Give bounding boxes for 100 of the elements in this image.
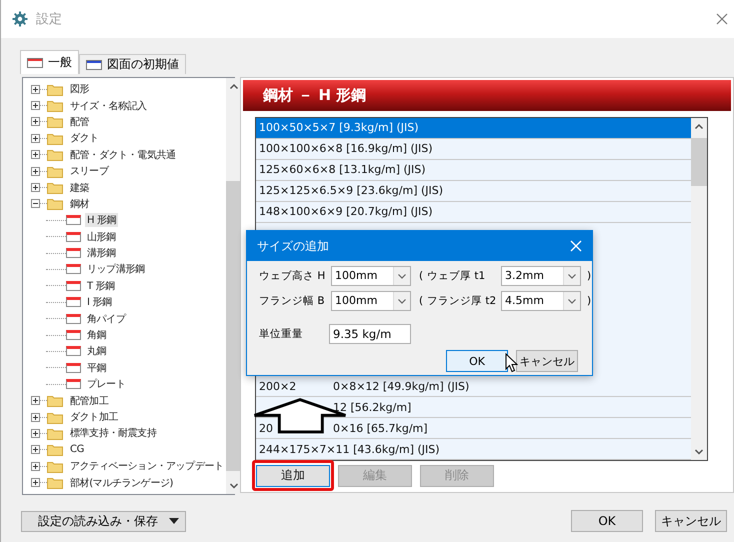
list-item[interactable]: 200×2 0×8×12 [49.9kg/m] (JIS) <box>256 376 691 398</box>
section-icon <box>66 379 81 390</box>
dropdown-field[interactable]: 100mm <box>331 291 411 311</box>
dialog-button[interactable]: OK <box>571 510 643 532</box>
tree-item[interactable]: アクティベーション・アップデート <box>68 459 226 474</box>
field-label: ウェブ厚 t1 <box>427 269 486 283</box>
tree-item[interactable]: 角鋼 <box>85 328 108 342</box>
section-icon <box>66 215 81 226</box>
tree-item[interactable]: 山形鋼 <box>85 230 118 244</box>
folder-icon <box>47 132 63 145</box>
dropdown-field[interactable]: 100mm <box>331 266 411 286</box>
folder-icon <box>47 197 63 210</box>
dropdown-field[interactable]: 3.2mm <box>501 266 581 286</box>
tree-item[interactable]: T 形鋼 <box>85 278 117 293</box>
tree-item[interactable]: 図形 <box>68 82 92 96</box>
list-item[interactable]: 100×100×6×8 [16.9kg/m] (JIS) <box>256 138 691 160</box>
tree-item[interactable]: 角パイプ <box>85 312 128 326</box>
folder-icon <box>47 426 63 440</box>
tree-item[interactable]: プレート <box>85 377 128 392</box>
tree-item[interactable]: 丸鋼 <box>85 344 108 358</box>
parenthesis: ( <box>418 295 424 307</box>
folder-icon <box>47 443 63 456</box>
mouse-cursor-icon <box>505 353 518 373</box>
dropdown-field[interactable]: 4.5mm <box>501 291 581 311</box>
list-item[interactable]: 20 0×16 [65.7kg/m] <box>256 418 691 440</box>
tree-item[interactable]: 配管・ダクト・電気共通 <box>68 148 178 162</box>
parenthesis: ( <box>418 270 424 282</box>
weight-field[interactable]: 9.35 kg/m <box>329 324 411 344</box>
section-icon <box>66 264 81 274</box>
section-icon <box>66 346 81 356</box>
field-label: フランジ厚 t2 <box>427 294 498 308</box>
field-label: 単位重量 <box>259 327 304 341</box>
folder-icon <box>47 181 63 194</box>
folder-icon <box>47 148 63 162</box>
tree-item[interactable]: H 形鋼 <box>85 213 118 228</box>
action-button[interactable]: 追加 <box>256 464 330 486</box>
field-label: フランジ幅 B <box>259 294 326 308</box>
expand-toggle[interactable] <box>31 478 40 488</box>
folder-icon <box>47 460 63 473</box>
tree-item[interactable]: 部材(マルチランゲージ) <box>68 476 176 490</box>
tree-item[interactable]: サイズ・名称記入 <box>68 98 149 113</box>
scrollbar-thumb[interactable] <box>691 138 707 186</box>
dialog-button[interactable]: キャンセル <box>655 510 727 532</box>
folder-icon <box>47 476 63 490</box>
tab[interactable]: 一般 <box>20 50 79 74</box>
list-item[interactable]: 125×60×6×8 [13.1kg/m] (JIS) <box>256 160 691 181</box>
tree-item[interactable]: ダクト加工 <box>68 410 120 424</box>
dropdown-arrow-icon <box>169 518 179 524</box>
section-icon <box>66 232 81 242</box>
expand-toggle[interactable] <box>31 84 40 94</box>
tree-item[interactable]: 溝形鋼 <box>85 246 118 260</box>
list-item[interactable]: 125×125×6.5×9 [23.6kg/m] (JIS) <box>256 180 691 202</box>
tree-item[interactable]: 配管 <box>68 114 92 129</box>
section-icon <box>66 362 81 373</box>
close-icon[interactable] <box>716 13 728 25</box>
folder-icon <box>47 394 63 408</box>
list-item[interactable]: 100×50×5×7 [9.3kg/m] (JIS) <box>256 118 691 139</box>
tree-item[interactable]: ダクト <box>68 131 101 146</box>
menu-button[interactable]: 設定の読み込み・保存 <box>21 510 186 532</box>
expand-toggle[interactable] <box>31 396 40 406</box>
parenthesis: ) <box>586 295 592 307</box>
section-icon <box>66 297 81 308</box>
tree-item[interactable]: 標準支持・耐震支持 <box>68 426 158 440</box>
collapse-toggle[interactable] <box>31 199 40 208</box>
window-title: 設定 <box>36 11 63 28</box>
dialog-title: サイズの追加 <box>257 238 329 254</box>
dialog-button[interactable]: キャンセル <box>516 350 578 372</box>
section-icon <box>66 280 81 291</box>
expand-toggle[interactable] <box>31 412 40 422</box>
list-item[interactable]: 244×175×7×11 [43.6kg/m] (JIS) <box>256 439 691 460</box>
tree-item[interactable]: 配管加工 <box>68 394 110 408</box>
list-item[interactable]: 148×100×6×9 [20.7kg/m] (JIS) <box>256 202 691 223</box>
folder-icon <box>47 99 63 112</box>
dialog-button[interactable]: OK <box>446 350 508 372</box>
tree-item[interactable]: 建築 <box>68 180 92 195</box>
tree-item[interactable]: 平鋼 <box>85 360 108 375</box>
folder-icon <box>47 115 63 128</box>
expand-toggle[interactable] <box>31 445 40 454</box>
field-label: ウェブ高さ H <box>259 269 326 283</box>
tree-item[interactable]: スリーブ <box>68 164 110 178</box>
section-icon <box>66 248 81 258</box>
expand-toggle[interactable] <box>31 150 40 160</box>
tab[interactable]: 図面の初期値 <box>79 54 186 74</box>
expand-toggle[interactable] <box>31 134 40 143</box>
section-icon <box>66 314 81 324</box>
tree-item[interactable]: I 形鋼 <box>85 295 114 310</box>
settings-icon <box>12 11 28 27</box>
scrollbar-thumb[interactable] <box>226 181 242 471</box>
tree-item[interactable]: 鋼材 <box>68 196 92 211</box>
folder-icon <box>47 410 63 424</box>
expand-toggle[interactable] <box>31 101 40 110</box>
folder-icon <box>47 164 63 178</box>
tree-item[interactable]: CG <box>68 444 86 456</box>
tree-item[interactable]: リップ溝形鋼 <box>85 262 147 276</box>
expand-toggle[interactable] <box>31 462 40 471</box>
expand-toggle[interactable] <box>31 166 40 176</box>
expand-toggle[interactable] <box>31 117 40 126</box>
expand-toggle[interactable] <box>31 183 40 192</box>
section-header: 鋼材 － H 形鋼 <box>243 80 731 111</box>
expand-toggle[interactable] <box>31 428 40 438</box>
